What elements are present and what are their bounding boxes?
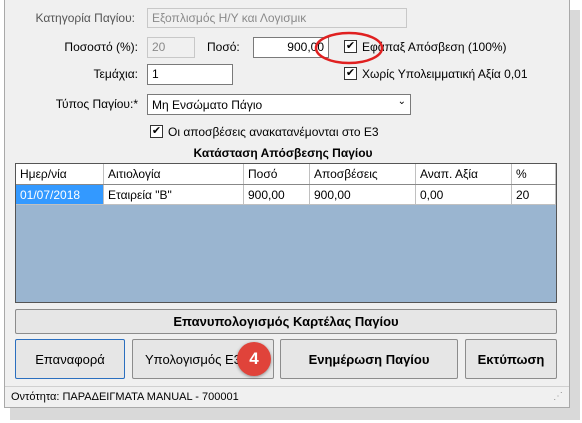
column-header[interactable]: Ποσό [244,164,310,184]
reset-button[interactable]: Επαναφορά [15,339,125,379]
chevron-down-icon: ⌄ [397,96,406,107]
pieces-label: Τεμάχια: [93,67,138,81]
status-bar: Οντότητα: ΠΑΡΑΔΕΙΓΜΑΤΑ MANUAL - 700001 ⋰ [5,386,569,408]
asset-form-window: Κατηγορία Παγίου: Εξοπλισμός Η/Υ και Λογ… [4,0,570,408]
type-value: Μη Ενσώματο Πάγιο [152,98,263,112]
table-row[interactable]: 01/07/2018 Εταιρεία "B" 900,00 900,00 0,… [16,185,556,205]
column-header[interactable]: Αναπ. Αξία [416,164,512,184]
highlight-ring [314,31,384,65]
type-select[interactable]: Μη Ενσώματο Πάγιο ⌄ [147,94,411,115]
no-residual-label: Χωρίς Υπολειμματική Αξία 0,01 [362,67,528,81]
table-cell[interactable]: 0,00 [416,185,512,205]
no-residual-checkbox[interactable]: ✔ [344,67,357,80]
amount-label: Ποσό: [207,40,240,54]
column-header[interactable]: Αποσβέσεις [310,164,416,184]
percent-field[interactable]: 20 [147,37,195,58]
table-cell[interactable]: Εταιρεία "B" [104,185,244,205]
pieces-value: 1 [152,67,159,81]
depreciation-grid[interactable]: Ημερ/νία Αιτιολογία Ποσό Αποσβέσεις Αναπ… [15,163,557,303]
percent-value: 20 [152,40,166,54]
table-cell[interactable]: 900,00 [244,185,310,205]
resize-grip-icon[interactable]: ⋰ [553,391,563,402]
column-header[interactable]: Ημερ/νία [16,164,104,184]
type-label: Τύπος Παγίου:* [55,97,138,111]
status-text: Οντότητα: ΠΑΡΑΔΕΙΓΜΑΤΑ MANUAL - 700001 [11,391,239,403]
recalculate-button[interactable]: Επανυπολογισμός Καρτέλας Παγίου [15,309,557,334]
category-value: Εξοπλισμός Η/Υ και Λογισμικ [152,11,307,25]
update-asset-button[interactable]: Ενημέρωση Παγίου [280,339,458,379]
table-cell[interactable]: 900,00 [310,185,416,205]
category-field[interactable]: Εξοπλισμός Η/Υ και Λογισμικ [147,8,407,28]
table-cell[interactable]: 20 [512,185,556,205]
redistribute-checkbox[interactable]: ✔ [150,125,163,138]
print-button[interactable]: Εκτύπωση [465,339,557,379]
step-callout-badge: 4 [237,342,271,376]
table-cell[interactable]: 01/07/2018 [16,185,104,205]
redistribute-label: Οι αποσβέσεις ανακατανέμονται στο Ε3 [168,125,379,139]
category-label: Κατηγορία Παγίου: [35,11,136,25]
percent-label: Ποσοστό (%): [64,40,138,54]
grid-header: Ημερ/νία Αιτιολογία Ποσό Αποσβέσεις Αναπ… [16,164,556,185]
column-header[interactable]: % [512,164,556,184]
pieces-field[interactable]: 1 [147,64,233,85]
depreciation-title: Κατάσταση Απόσβεσης Παγίου [193,146,373,160]
column-header[interactable]: Αιτιολογία [104,164,244,184]
